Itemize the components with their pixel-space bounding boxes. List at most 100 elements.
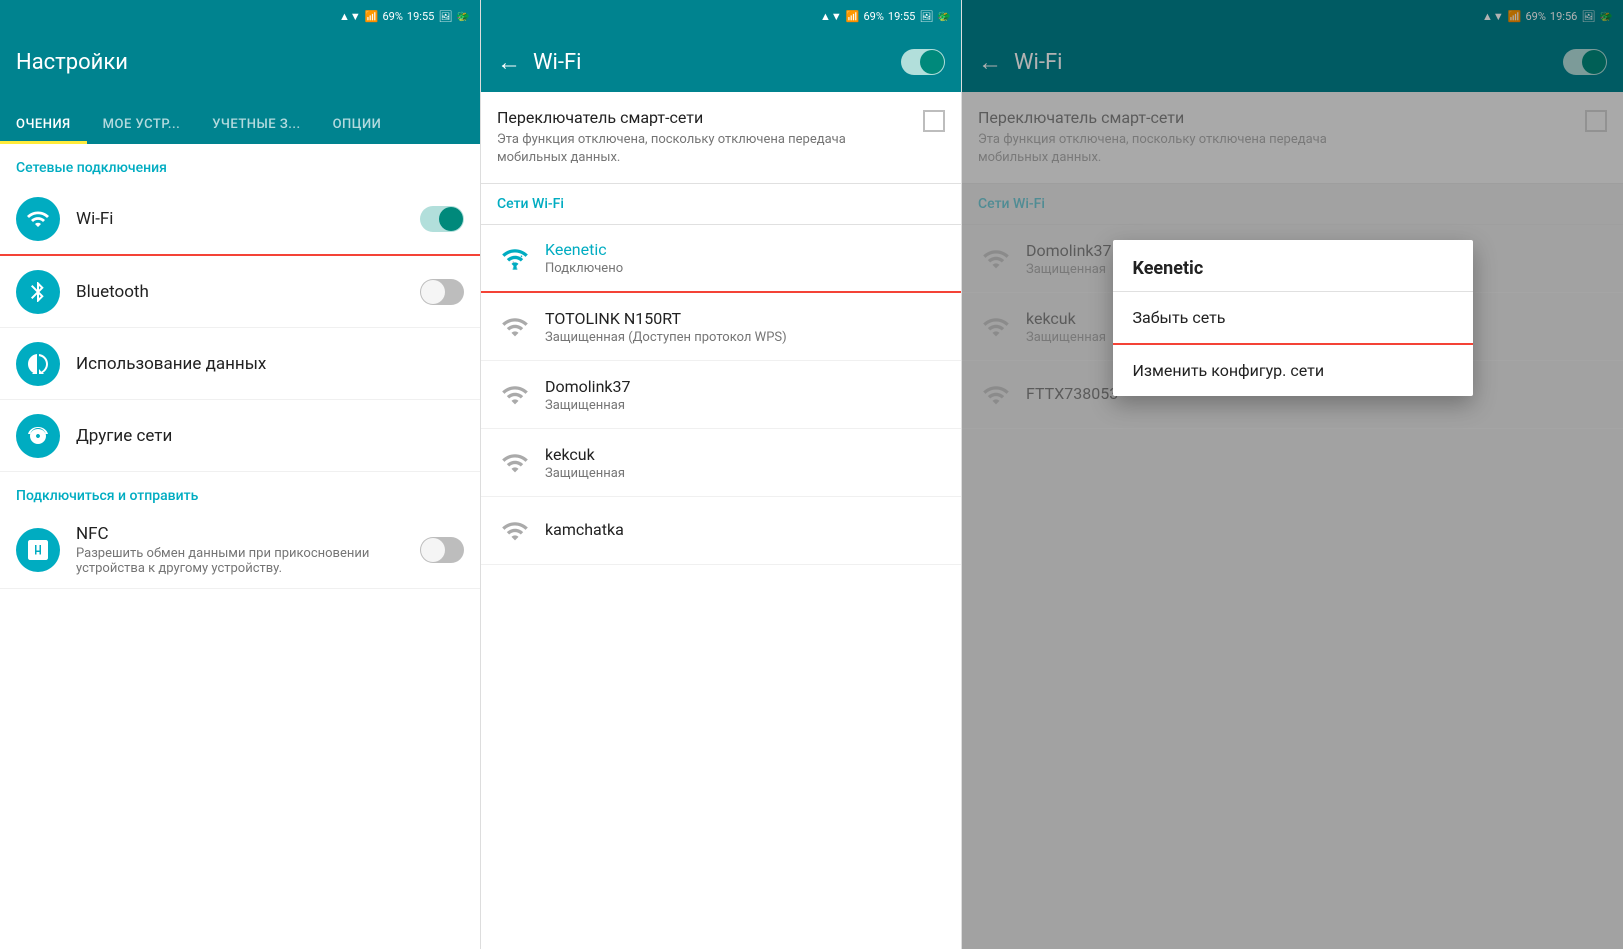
smart-switch-title-middle: Переключатель смарт-сети — [497, 108, 877, 127]
smart-switch-middle: Переключатель смарт-сети Эта функция отк… — [481, 92, 961, 184]
wifi-toggle-appbar-middle — [901, 49, 945, 75]
wifi-networks-header-middle: Сети Wi-Fi — [481, 184, 961, 225]
wifi-signal-icon-domolink — [497, 377, 533, 413]
nfc-icon-circle — [16, 528, 60, 572]
screenshot-icon-m: 🖼 — [919, 10, 933, 23]
game-icon: 🐲 — [456, 10, 470, 23]
wifi-connected-icon — [501, 244, 529, 272]
smart-switch-row-middle: Переключатель смарт-сети Эта функция отк… — [497, 108, 945, 167]
network-keenetic-middle[interactable]: Keenetic Подключено — [481, 225, 961, 293]
wifi-secured-icon — [501, 313, 529, 341]
other-networks-icon-circle — [16, 414, 60, 458]
keenetic-text-middle: Keenetic Подключено — [545, 240, 945, 276]
wifi-panel-middle: ▲▼ 📶 69% 19:55 🖼 🐲 ← Wi-Fi Переключатель… — [481, 0, 962, 949]
nfc-toggle[interactable] — [420, 537, 464, 563]
data-usage-icon — [26, 352, 50, 376]
nfc-icon — [26, 538, 50, 562]
wifi-signal-icon-kamchatka — [497, 513, 533, 549]
bluetooth-icon-circle — [16, 270, 60, 314]
battery-percent-middle: 69% — [864, 10, 884, 23]
other-networks-icon — [26, 424, 50, 448]
settings-content: Сетевые подключения Wi-Fi B — [0, 144, 480, 949]
wifi-secured-icon-2 — [501, 381, 529, 409]
wifi-signal-icon-keenetic — [497, 240, 533, 276]
data-usage-icon-circle — [16, 342, 60, 386]
signal-bars-icon-m: 📶 — [846, 10, 860, 23]
context-menu-overlay[interactable]: Keenetic Забыть сеть Изменить конфигур. … — [962, 0, 1623, 949]
wifi-signal-icon-kekcuk — [497, 445, 533, 481]
nfc-label: NFC — [76, 524, 420, 544]
status-icons-middle: ▲▼ 📶 69% 19:55 🖼 🐲 — [820, 10, 951, 23]
app-bar-wifi-middle: ← Wi-Fi — [481, 32, 961, 92]
settings-panel: ▲▼ 📶 69% 19:55 🖼 🐲 Настройки ОЧЕНИЯ МОЕ … — [0, 0, 481, 949]
kekcuk-text-middle: kekcuk Защищенная — [545, 445, 945, 481]
settings-title: Настройки — [16, 50, 128, 75]
tab-connections[interactable]: ОЧЕНИЯ — [0, 117, 87, 144]
wifi-toggle[interactable] — [420, 206, 464, 232]
bluetooth-setting-item[interactable]: Bluetooth — [0, 256, 480, 328]
other-networks-text: Другие сети — [76, 426, 464, 446]
wifi-title-middle: Wi-Fi — [533, 50, 581, 75]
nfc-setting-item[interactable]: NFC Разрешить обмен данными при прикосно… — [0, 512, 480, 589]
domolink-name-middle: Domolink37 — [545, 377, 945, 396]
connect-send-header: Подключиться и отправить — [0, 472, 480, 512]
battery-percent-left: 69% — [383, 10, 403, 23]
data-usage-label: Использование данных — [76, 354, 464, 374]
wifi-toggle-knob-middle — [920, 50, 944, 74]
wifi-content-middle: Переключатель смарт-сети Эта функция отк… — [481, 92, 961, 949]
tabs-bar: ОЧЕНИЯ МОЕ УСТР... УЧЕТНЫЕ З... ОПЦИИ — [0, 92, 480, 144]
game-icon-m: 🐲 — [937, 10, 951, 23]
network-kamchatka-middle[interactable]: kamchatka — [481, 497, 961, 565]
back-button-middle[interactable]: ← — [497, 48, 521, 77]
nfc-subtitle: Разрешить обмен данными при прикосновени… — [76, 546, 420, 576]
network-totolink-middle[interactable]: TOTOLINK N150RT Защищенная (Доступен про… — [481, 293, 961, 361]
bluetooth-toggle-knob — [421, 280, 445, 304]
wifi-icon — [26, 207, 50, 231]
status-bar-left: ▲▼ 📶 69% 19:55 🖼 🐲 — [0, 0, 480, 32]
bluetooth-toggle[interactable] — [420, 279, 464, 305]
context-menu: Keenetic Забыть сеть Изменить конфигур. … — [1113, 240, 1473, 396]
bluetooth-label: Bluetooth — [76, 282, 420, 302]
wifi-signal-icon-totolink — [497, 309, 533, 345]
kamchatka-name-middle: kamchatka — [545, 520, 945, 539]
wifi-text: Wi-Fi — [76, 209, 420, 229]
network-domolink-middle[interactable]: Domolink37 Защищенная — [481, 361, 961, 429]
tab-accounts[interactable]: УЧЕТНЫЕ З... — [196, 117, 316, 144]
kamchatka-text-middle: kamchatka — [545, 520, 945, 541]
domolink-text-middle: Domolink37 Защищенная — [545, 377, 945, 413]
keenetic-name-middle: Keenetic — [545, 240, 945, 259]
forget-network-button[interactable]: Забыть сеть — [1113, 292, 1473, 345]
wifi-label: Wi-Fi — [76, 209, 420, 229]
context-menu-title: Keenetic — [1113, 240, 1473, 292]
totolink-text-middle: TOTOLINK N150RT Защищенная (Доступен про… — [545, 309, 945, 345]
wifi-secured-icon-4 — [501, 517, 529, 545]
change-config-button[interactable]: Изменить конфигур. сети — [1113, 345, 1473, 396]
bluetooth-text: Bluetooth — [76, 282, 420, 302]
wifi-secured-icon-3 — [501, 449, 529, 477]
bluetooth-icon — [26, 280, 50, 304]
wifi-appbar-toggle-middle[interactable] — [901, 49, 945, 75]
smart-switch-checkbox-middle[interactable] — [923, 110, 945, 132]
wifi-status-icon: ▲▼ — [339, 10, 361, 23]
wifi-setting-item[interactable]: Wi-Fi — [0, 184, 480, 256]
tab-device[interactable]: МОЕ УСТР... — [87, 117, 197, 144]
app-bar-settings: Настройки — [0, 32, 480, 92]
tab-options[interactable]: ОПЦИИ — [317, 117, 398, 144]
screenshot-icon: 🖼 — [438, 10, 452, 23]
status-icons-left: ▲▼ 📶 69% 19:55 🖼 🐲 — [339, 10, 470, 23]
data-usage-setting-item[interactable]: Использование данных — [0, 328, 480, 400]
kekcuk-status-middle: Защищенная — [545, 466, 945, 481]
time-left: 19:55 — [407, 10, 434, 23]
wifi-status-icon-m: ▲▼ — [820, 10, 842, 23]
nfc-text: NFC Разрешить обмен данными при прикосно… — [76, 524, 420, 576]
smart-switch-desc-middle: Эта функция отключена, поскольку отключе… — [497, 131, 877, 167]
other-networks-setting-item[interactable]: Другие сети — [0, 400, 480, 472]
totolink-status-middle: Защищенная (Доступен протокол WPS) — [545, 330, 945, 345]
kekcuk-name-middle: kekcuk — [545, 445, 945, 464]
domolink-status-middle: Защищенная — [545, 398, 945, 413]
network-kekcuk-middle[interactable]: kekcuk Защищенная — [481, 429, 961, 497]
network-section-header: Сетевые подключения — [0, 144, 480, 184]
data-usage-text: Использование данных — [76, 354, 464, 374]
wifi-panel-right: ▲▼ 📶 69% 19:56 🖼 🐲 ← Wi-Fi Переключатель… — [962, 0, 1623, 949]
keenetic-status-middle: Подключено — [545, 261, 945, 276]
